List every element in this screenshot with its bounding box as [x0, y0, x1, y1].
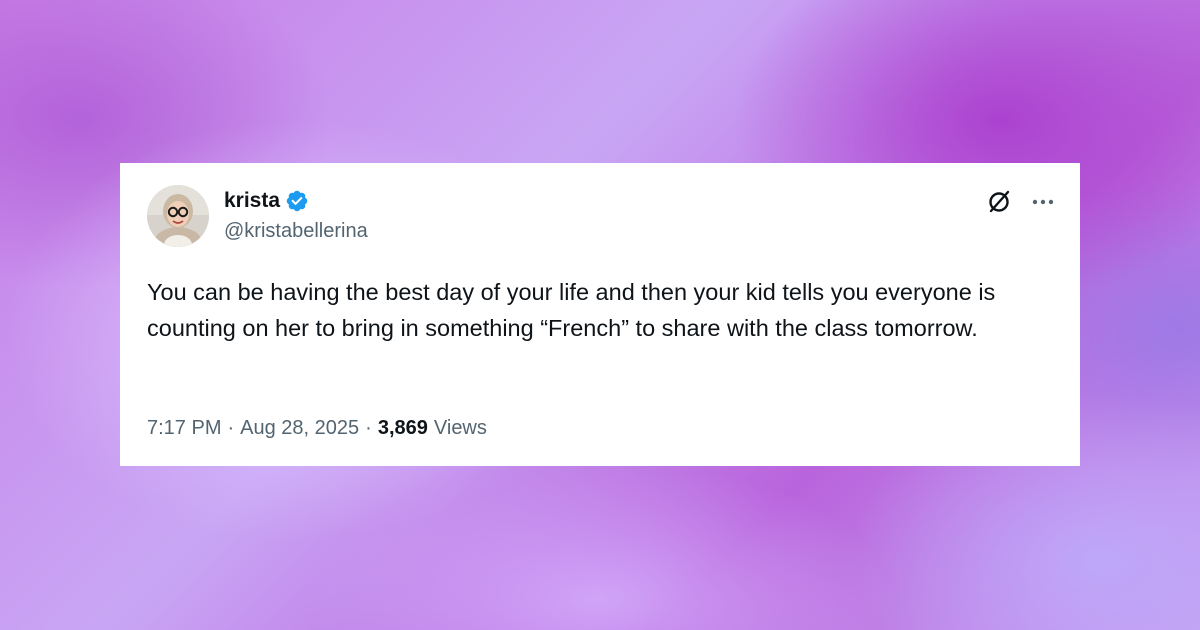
avatar[interactable] — [147, 185, 209, 247]
tweet-date[interactable]: Aug 28, 2025 — [240, 417, 359, 440]
author-handle[interactable]: @kristabellerina — [224, 220, 368, 243]
more-options-icon[interactable] — [1030, 189, 1056, 215]
tweet-actions-top — [986, 189, 1056, 215]
views-count: 3,869 — [377, 417, 428, 439]
verified-badge-icon — [285, 189, 309, 213]
separator-dot: · — [365, 417, 372, 439]
separator-dot: · — [227, 417, 235, 439]
tweet-time[interactable]: 7:17 PM — [147, 417, 221, 440]
tweet-card: krista @kristabellerina You can be havin… — [120, 163, 1080, 466]
views-label: Views — [433, 417, 487, 439]
author-display-name[interactable]: krista — [224, 189, 280, 213]
grok-icon[interactable] — [986, 189, 1012, 215]
background: krista @kristabellerina You can be havin… — [0, 0, 1200, 630]
tweet-text: You can be having the best day of your l… — [147, 279, 996, 341]
tweet-metadata: 7:17 PM · Aug 28, 2025 · 3,869 Views — [147, 417, 487, 440]
author-name-row: krista — [224, 187, 309, 215]
